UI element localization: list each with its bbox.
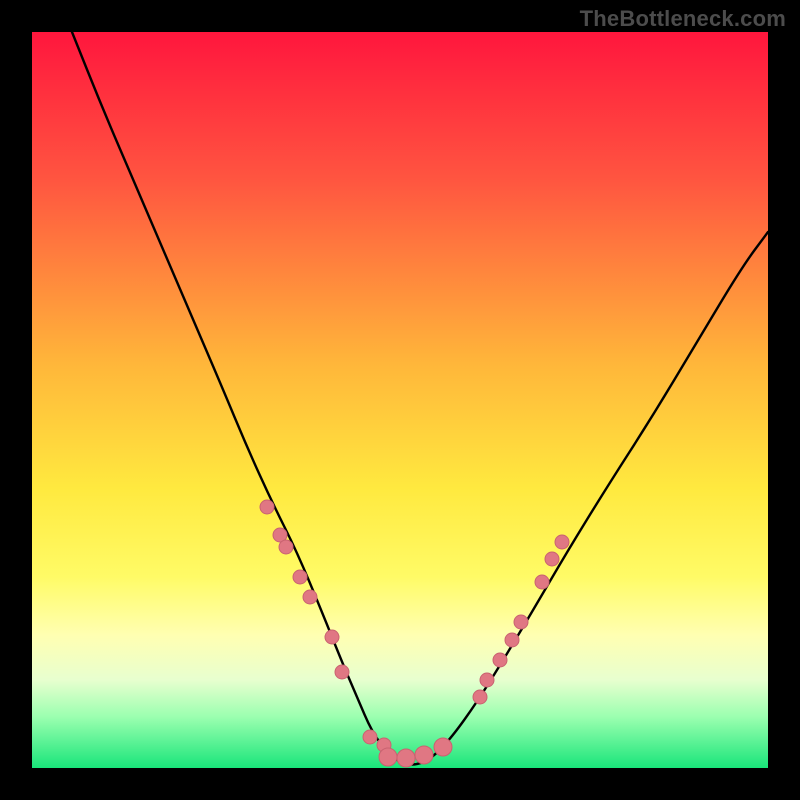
data-dot	[325, 630, 339, 644]
data-dot	[545, 552, 559, 566]
curve-layer	[32, 32, 768, 768]
data-dot	[303, 590, 317, 604]
data-dot	[535, 575, 549, 589]
data-dot	[555, 535, 569, 549]
data-dot	[480, 673, 494, 687]
data-dot	[335, 665, 349, 679]
dots-group	[260, 500, 569, 767]
data-dot	[493, 653, 507, 667]
data-dot	[473, 690, 487, 704]
data-dot	[514, 615, 528, 629]
bottleneck-curve	[72, 32, 768, 765]
data-dot	[415, 746, 433, 764]
data-dot	[397, 749, 415, 767]
data-dot	[505, 633, 519, 647]
data-dot	[260, 500, 274, 514]
data-dot	[293, 570, 307, 584]
data-dot	[363, 730, 377, 744]
data-dot	[434, 738, 452, 756]
data-dot	[279, 540, 293, 554]
plot-area	[32, 32, 768, 768]
chart-frame: TheBottleneck.com	[0, 0, 800, 800]
data-dot	[379, 748, 397, 766]
watermark-text: TheBottleneck.com	[580, 6, 786, 32]
